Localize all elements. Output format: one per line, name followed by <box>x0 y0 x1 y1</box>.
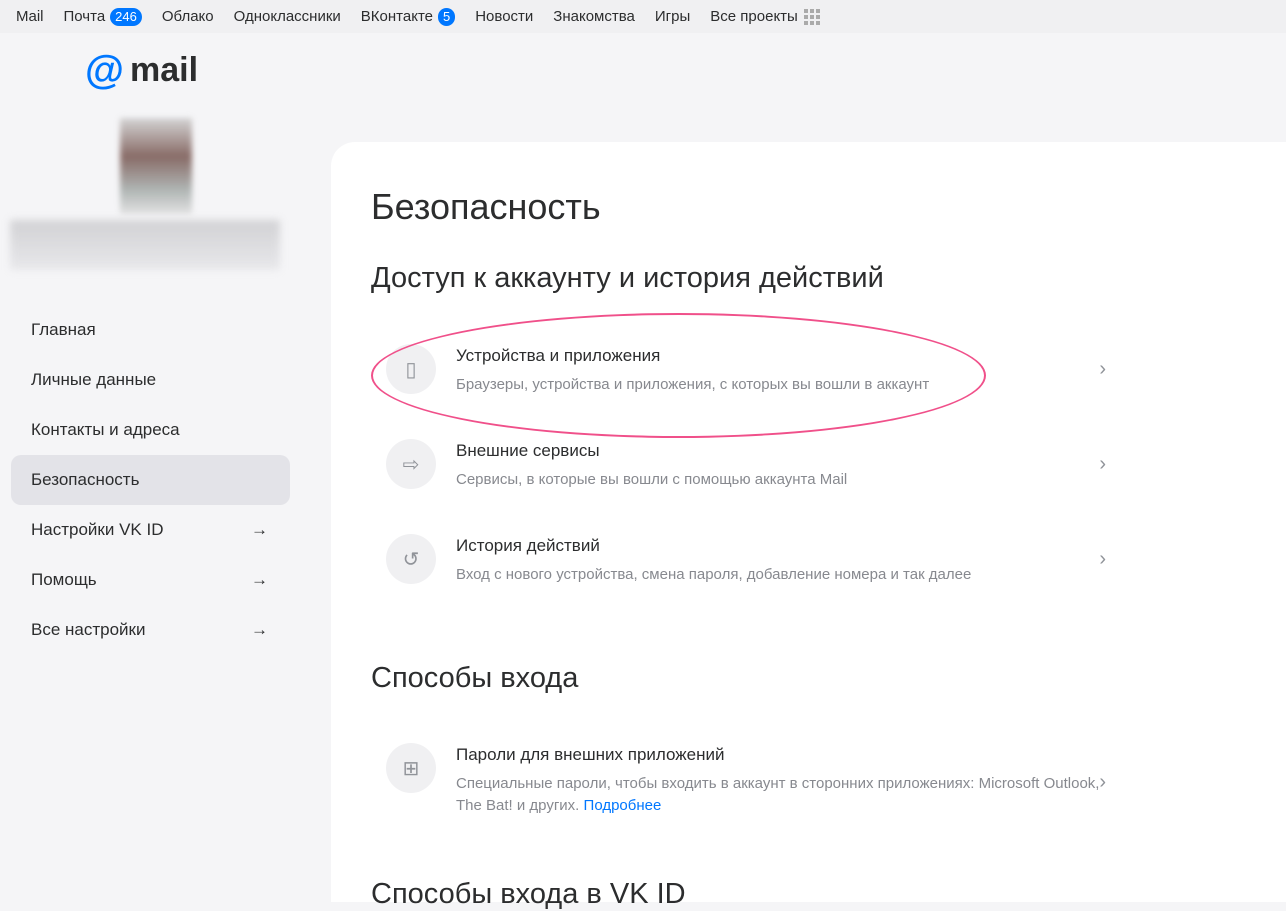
sidebar-item-contacts[interactable]: Контакты и адреса <box>11 405 290 455</box>
label: Контакты и адреса <box>31 420 180 439</box>
unread-badge: 246 <box>110 7 142 26</box>
chevron-right-icon: › <box>1099 453 1106 475</box>
sidebar-item-personal[interactable]: Личные данные <box>11 355 290 405</box>
topbar-pochta[interactable]: Почта 246 <box>63 7 142 26</box>
history-icon: ↺ <box>386 534 436 584</box>
vk-badge: 5 <box>437 7 456 26</box>
page-title: Безопасность <box>371 186 601 227</box>
label: Почта <box>63 8 106 25</box>
topbar-mail[interactable]: Mail <box>16 8 44 25</box>
row-desc: Сервисы, в которые вы вошли с помощью ак… <box>456 471 848 488</box>
sidebar-item-vkid[interactable]: Настройки VK ID → <box>11 505 290 555</box>
mail-logo[interactable]: @ mail <box>85 48 198 93</box>
activity-history-row[interactable]: ↺ История действий Вход с нового устройст… <box>386 534 1106 586</box>
topbar-vk[interactable]: ВКонтакте 5 <box>360 7 456 26</box>
topbar-ok[interactable]: Одноклассники <box>234 8 341 25</box>
logo-text: mail <box>130 51 199 89</box>
section-title-login-methods: Способы входа <box>371 662 579 694</box>
main-panel: Безопасность Доступ к аккаунту и история… <box>331 142 1286 910</box>
label: Личные данные <box>31 370 157 389</box>
label: Знакомства <box>553 8 635 25</box>
arrow-right-icon: → <box>251 570 268 589</box>
row-desc: Вход с нового устройства, смена пароля, … <box>456 566 972 583</box>
grid-icon <box>803 8 820 25</box>
grid-apps-icon: ⊞ <box>386 743 436 793</box>
avatar <box>120 118 192 214</box>
sidebar: Главная Личные данные Контакты и адреса … <box>11 305 290 655</box>
label: Облако <box>161 8 214 25</box>
row-desc: Браузеры, устройства и приложения, с кот… <box>456 376 930 393</box>
section-title-vkid: Способы входа в VK ID <box>371 878 686 910</box>
label: Безопасность <box>31 470 140 489</box>
label: Одноклассники <box>233 8 341 25</box>
sidebar-item-home[interactable]: Главная <box>11 305 290 355</box>
row-title: Внешние сервисы <box>456 441 600 460</box>
sidebar-item-help[interactable]: Помощь → <box>11 555 290 605</box>
label: Помощь <box>31 570 97 589</box>
top-navigation: Mail Почта 246 Облако Одноклассники ВКонт… <box>0 0 1286 33</box>
topbar-dating[interactable]: Знакомства <box>553 8 635 25</box>
chevron-right-icon: › <box>1099 548 1106 570</box>
section-title-access: Доступ к аккаунту и история действий <box>371 262 884 294</box>
arrow-in-icon: ⇨ <box>386 439 436 489</box>
row-desc: Специальные пароли, чтобы входить в акка… <box>456 775 1100 814</box>
more-link[interactable]: Подробнее <box>584 797 662 814</box>
topbar-news[interactable]: Новости <box>475 8 533 25</box>
phone-icon: ▯ <box>386 344 436 394</box>
label: Новости <box>475 8 534 25</box>
arrow-right-icon: → <box>251 620 268 639</box>
label: ВКонтакте <box>360 8 433 25</box>
devices-apps-row[interactable]: ▯ Устройства и приложения Браузеры, устро… <box>386 344 1106 396</box>
label: Все настройки <box>31 620 146 639</box>
chevron-right-icon: › <box>1099 771 1106 793</box>
arrow-right-icon: → <box>251 520 268 539</box>
row-title: Устройства и приложения <box>456 346 661 365</box>
sidebar-item-all-settings[interactable]: Все настройки → <box>11 605 290 655</box>
topbar-all-projects[interactable]: Все проекты <box>710 8 820 25</box>
external-services-row[interactable]: ⇨ Внешние сервисы Сервисы, в которые вы в… <box>386 439 1106 491</box>
topbar-oblako[interactable]: Облако <box>162 8 214 25</box>
user-name-blurred <box>10 220 280 270</box>
topbar-games[interactable]: Игры <box>655 8 690 25</box>
label: Mail <box>16 8 44 25</box>
row-title: Пароли для внешних приложений <box>456 745 725 764</box>
label: Главная <box>31 320 96 339</box>
label: Игры <box>654 8 691 25</box>
at-icon: @ <box>85 48 125 92</box>
chevron-right-icon: › <box>1099 358 1106 380</box>
app-passwords-row[interactable]: ⊞ Пароли для внешних приложений Специальн… <box>386 743 1106 817</box>
row-title: История действий <box>456 536 600 555</box>
sidebar-item-security[interactable]: Безопасность <box>11 455 290 505</box>
label: Все проекты <box>710 8 798 25</box>
label: Настройки VK ID <box>31 520 164 539</box>
